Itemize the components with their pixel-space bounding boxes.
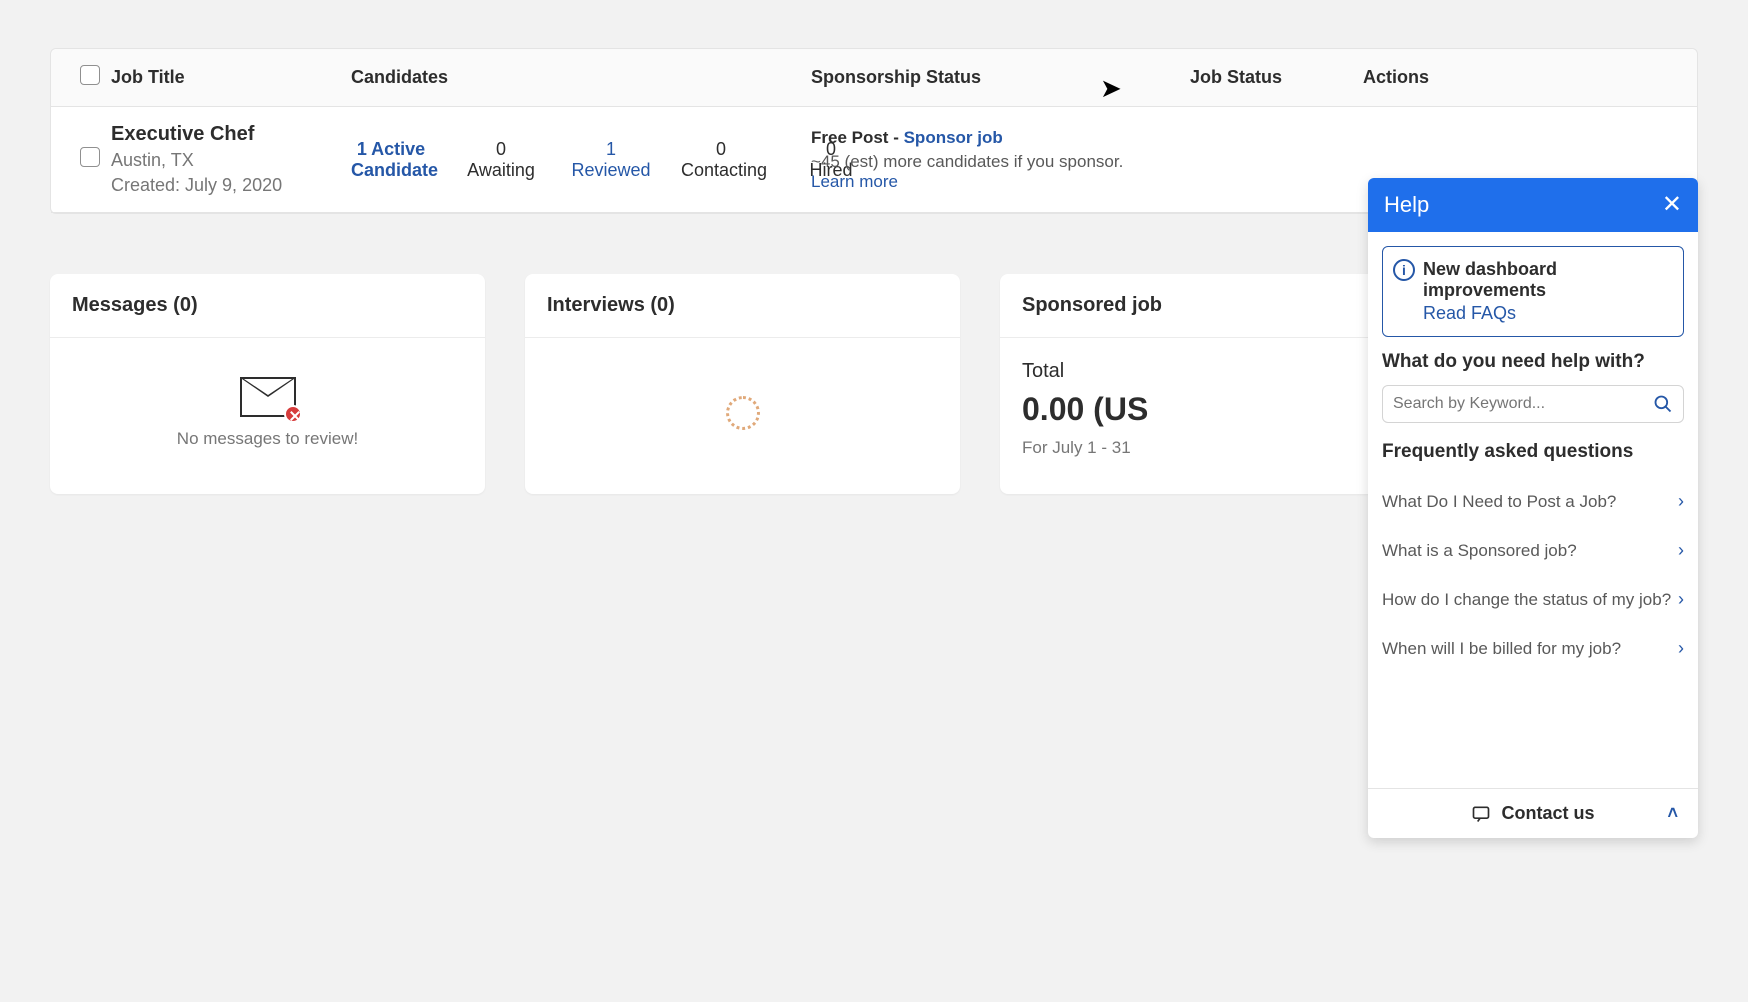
messages-title: Messages (0) bbox=[50, 274, 485, 338]
messages-empty-text: No messages to review! bbox=[177, 429, 358, 449]
faq-text: When will I be billed for my job? bbox=[1382, 639, 1621, 659]
close-icon: ✕ bbox=[1662, 191, 1682, 218]
read-faqs-link[interactable]: Read FAQs bbox=[1423, 303, 1516, 324]
col-job-title: Job Title bbox=[111, 67, 351, 88]
awaiting-label: Awaiting bbox=[461, 160, 541, 181]
contacting-cell[interactable]: 0 Contacting bbox=[681, 139, 761, 181]
reviewed-cell[interactable]: 1 Reviewed bbox=[571, 139, 651, 181]
sponsor-job-link[interactable]: Sponsor job bbox=[904, 128, 1003, 147]
no-messages-icon bbox=[284, 405, 302, 423]
total-label: Total bbox=[1022, 360, 1413, 383]
search-icon bbox=[1653, 394, 1673, 414]
search-input[interactable] bbox=[1393, 395, 1653, 413]
select-all-checkbox[interactable] bbox=[80, 65, 100, 85]
awaiting-cell[interactable]: 0 Awaiting bbox=[461, 139, 541, 181]
active-candidates[interactable]: 1 Active Candidate bbox=[351, 139, 431, 181]
chevron-up-icon: ˄ bbox=[1667, 803, 1678, 824]
sponsorship-prefix: Free Post - bbox=[811, 128, 904, 147]
col-job-status: Job Status bbox=[1151, 67, 1321, 88]
table-header: Job Title Candidates Sponsorship Status … bbox=[51, 49, 1697, 107]
chevron-right-icon: › bbox=[1678, 638, 1684, 659]
chevron-right-icon: › bbox=[1678, 540, 1684, 561]
chevron-right-icon: › bbox=[1678, 589, 1684, 610]
faq-item[interactable]: What Do I Need to Post a Job? › bbox=[1382, 477, 1684, 526]
active-count: 1 Active bbox=[351, 139, 431, 160]
improvements-banner: i New dashboard improvements Read FAQs bbox=[1382, 246, 1684, 337]
faq-item[interactable]: What is a Sponsored job? › bbox=[1382, 526, 1684, 575]
date-range: For July 1 - 31 bbox=[1022, 438, 1413, 458]
chat-icon bbox=[1471, 804, 1491, 824]
faq-item[interactable]: When will I be billed for my job? › bbox=[1382, 624, 1684, 673]
help-question: What do you need help with? bbox=[1382, 351, 1684, 373]
messages-card: Messages (0) No messages to review! bbox=[50, 274, 485, 494]
reviewed-label: Reviewed bbox=[571, 160, 651, 181]
faq-item[interactable]: How do I change the status of my job? › bbox=[1382, 575, 1684, 624]
active-label: Candidate bbox=[351, 160, 431, 181]
faq-heading: Frequently asked questions bbox=[1382, 441, 1684, 463]
contact-label: Contact us bbox=[1501, 803, 1594, 824]
help-search[interactable] bbox=[1382, 385, 1684, 423]
contact-us-button[interactable]: Contact us ˄ bbox=[1368, 788, 1698, 838]
sponsorship-subtext: ~45 (est) more candidates if you sponsor… bbox=[811, 152, 1151, 192]
job-location: Austin, TX bbox=[111, 150, 351, 171]
contacting-count: 0 bbox=[681, 139, 761, 160]
faq-text: How do I change the status of my job? bbox=[1382, 590, 1671, 610]
sponsorship-line: Free Post - Sponsor job bbox=[811, 128, 1151, 148]
learn-more-link[interactable]: Learn more bbox=[811, 172, 898, 191]
job-created: Created: July 9, 2020 bbox=[111, 175, 351, 196]
col-sponsorship: Sponsorship Status bbox=[811, 67, 1151, 88]
awaiting-count: 0 bbox=[461, 139, 541, 160]
loading-spinner-icon bbox=[726, 396, 760, 430]
contacting-label: Contacting bbox=[681, 160, 761, 181]
help-header: Help ✕ bbox=[1368, 178, 1698, 232]
total-value: 0.00 (US bbox=[1022, 391, 1413, 428]
chevron-right-icon: › bbox=[1678, 491, 1684, 512]
faq-text: What Do I Need to Post a Job? bbox=[1382, 492, 1616, 512]
col-candidates: Candidates bbox=[351, 67, 811, 88]
interviews-card: Interviews (0) bbox=[525, 274, 960, 494]
col-actions: Actions bbox=[1321, 67, 1471, 88]
banner-title: New dashboard improvements bbox=[1423, 259, 1671, 301]
info-icon: i bbox=[1393, 259, 1415, 281]
envelope-icon bbox=[240, 377, 296, 417]
help-title: Help bbox=[1384, 192, 1429, 218]
interviews-title: Interviews (0) bbox=[525, 274, 960, 338]
help-close-button[interactable]: ✕ bbox=[1662, 193, 1682, 217]
row-checkbox[interactable] bbox=[80, 147, 100, 167]
faq-text: What is a Sponsored job? bbox=[1382, 541, 1577, 561]
help-panel: Help ✕ i New dashboard improvements Read… bbox=[1368, 178, 1698, 838]
job-title[interactable]: Executive Chef bbox=[111, 123, 351, 146]
sponsorship-est: ~45 (est) more candidates if you sponsor… bbox=[811, 152, 1123, 171]
reviewed-count: 1 bbox=[571, 139, 651, 160]
